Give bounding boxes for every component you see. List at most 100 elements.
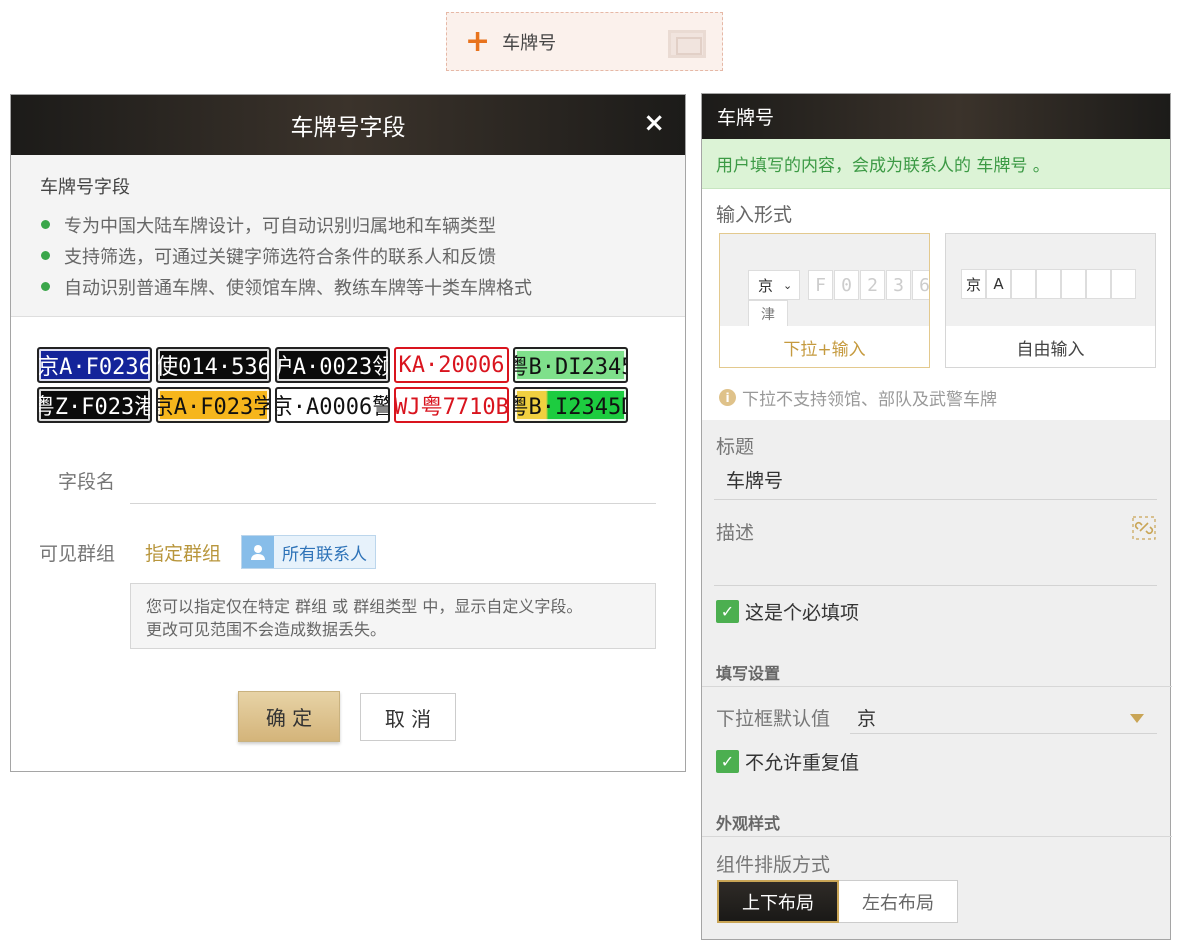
feature-item: 自动识别普通车牌、使领馆车牌、教练车牌等十类车牌格式: [40, 271, 685, 302]
feature-list: 专为中国大陆车牌设计，可自动识别归属地和车辆类型 支持筛选，可通过关键字筛选符合…: [40, 209, 685, 302]
intro-title: 车牌号字段: [40, 177, 130, 198]
description-label: 描述: [716, 522, 755, 544]
province-dropdown-preview: 津: [748, 300, 788, 326]
divider: [702, 836, 1172, 837]
required-checkbox[interactable]: ✓ 这是个必填项: [716, 598, 859, 625]
divider: [850, 733, 1157, 734]
title-input[interactable]: 车牌号: [726, 466, 783, 493]
plate-example: 京A·F023学: [156, 387, 271, 423]
plate-example: 京A·F0236: [37, 347, 152, 383]
check-icon: ✓: [716, 600, 739, 623]
chevron-down-icon: ⌄: [783, 278, 793, 292]
divider: [714, 499, 1157, 500]
dropdown-warning: i 下拉不支持领馆、部队及武警车牌: [719, 385, 997, 410]
field-name-label: 字段名: [57, 471, 115, 493]
field-preview-icon: [668, 30, 706, 58]
hint-line: 更改可见范围不会造成数据丢失。: [146, 620, 387, 639]
feature-text: 专为中国大陆车牌设计，可自动识别归属地和车辆类型: [64, 215, 496, 237]
plate-example: 沪A·0023领: [275, 347, 390, 383]
plate-example: 京·A0006警: [275, 387, 390, 423]
info-notice: 用户填写的内容，会成为联系人的 车牌号 。: [702, 139, 1170, 189]
bullet-dot-icon: [41, 251, 50, 260]
visibility-hint: 您可以指定仅在特定 群组 或 群组类型 中，显示自定义字段。 更改可见范围不会造…: [130, 583, 656, 649]
default-value-label: 下拉框默认值: [716, 708, 831, 730]
user-icon: [242, 536, 275, 568]
plate-example: 使014·536: [156, 347, 271, 383]
visible-group-label: 可见群组: [38, 542, 115, 565]
char-box: [1036, 269, 1061, 299]
char-box: [1061, 269, 1086, 299]
fill-settings-heading: 填写设置: [716, 664, 781, 683]
option-preview: 京 ⌄ 津 F 0 2 3 6: [720, 234, 929, 326]
layout-vertical-button[interactable]: 上下布局: [717, 880, 839, 923]
plate-example: 粤B·I2345D: [513, 387, 628, 423]
layout-horizontal-button[interactable]: 左右布局: [839, 880, 958, 923]
province-select-preview: 京 ⌄: [748, 270, 800, 300]
plate-examples: 京A·F0236 使014·536 沪A·0023领 KA·20006 粤B·D…: [37, 347, 628, 423]
intro-section: 车牌号字段 专为中国大陆车牌设计，可自动识别归属地和车辆类型 支持筛选，可通过关…: [11, 155, 685, 317]
plate-example: KA·20006: [394, 347, 509, 383]
char-box: F: [808, 270, 833, 300]
bullet-dot-icon: [41, 220, 50, 229]
assign-group-link[interactable]: 指定群组: [145, 539, 221, 566]
hint-line: 您可以指定仅在特定 群组 或 群组类型 中，显示自定义字段。: [146, 597, 583, 616]
char-box: [1111, 269, 1136, 299]
select-value: 京: [758, 276, 774, 295]
add-license-plate-chip[interactable]: + 车牌号: [446, 12, 723, 71]
layout-toggle: 上下布局 左右布局: [717, 880, 958, 923]
input-form-section: 输入形式 京 ⌄ 津 F 0 2 3 6 下拉+输入 京 A 自由输入 i 下拉…: [702, 189, 1170, 420]
char-box: 京: [961, 269, 986, 299]
option-dropdown-input[interactable]: 京 ⌄ 津 F 0 2 3 6 下拉+输入: [719, 233, 930, 368]
field-name-input[interactable]: [130, 503, 656, 504]
option-label: 下拉+输入: [783, 340, 866, 360]
caret-down-icon[interactable]: [1130, 714, 1144, 723]
no-duplicate-label: 不允许重复值: [745, 752, 860, 774]
feature-item: 专为中国大陆车牌设计，可自动识别归属地和车辆类型: [40, 209, 685, 240]
char-boxes-preview: F 0 2 3 6: [808, 270, 929, 300]
char-box: [1011, 269, 1036, 299]
feature-item: 支持筛选，可通过关键字筛选符合条件的联系人和反馈: [40, 240, 685, 271]
confirm-button[interactable]: 确 定: [238, 691, 340, 742]
dialog-header: 车牌号字段 ×: [11, 95, 685, 155]
cancel-button[interactable]: 取 消: [360, 693, 456, 741]
plate-example: 粤Z·F023港: [37, 387, 152, 423]
group-tag-label: 所有联系人: [282, 544, 368, 565]
appearance-heading: 外观样式: [716, 814, 781, 833]
divider: [702, 686, 1172, 687]
close-icon[interactable]: ×: [643, 110, 665, 136]
option-label: 自由输入: [1016, 340, 1085, 360]
chip-label: 车牌号: [502, 32, 557, 54]
default-value-select[interactable]: 京: [857, 704, 876, 731]
option-preview: 京 A: [946, 234, 1155, 326]
plus-icon: +: [465, 23, 491, 59]
char-box: A: [986, 269, 1011, 299]
field-name-row: 字段名: [11, 467, 115, 494]
feature-text: 支持筛选，可通过关键字筛选符合条件的联系人和反馈: [64, 246, 496, 268]
field-dialog: 车牌号字段 × 车牌号字段 专为中国大陆车牌设计，可自动识别归属地和车辆类型 支…: [10, 94, 686, 772]
panel-title: 车牌号: [702, 94, 1170, 139]
char-box: 0: [834, 270, 859, 300]
group-tag[interactable]: 所有联系人: [241, 535, 377, 569]
feature-text: 自动识别普通车牌、使领馆车牌、教练车牌等十类车牌格式: [64, 277, 532, 299]
plate-example: 粤B·DI2345: [513, 347, 628, 383]
char-box: 6: [912, 270, 929, 300]
dialog-title: 车牌号字段: [290, 115, 406, 141]
char-boxes-preview: 京 A: [961, 269, 1136, 299]
bullet-dot-icon: [41, 282, 50, 291]
plate-example: WJ粤7710B: [394, 387, 509, 423]
required-label: 这是个必填项: [745, 602, 860, 624]
option-free-input[interactable]: 京 A 自由输入: [945, 233, 1156, 368]
link-icon[interactable]: [1132, 516, 1156, 540]
char-box: [1086, 269, 1111, 299]
char-box: 2: [860, 270, 885, 300]
description-input[interactable]: [714, 585, 1157, 586]
info-icon: i: [719, 389, 736, 406]
no-duplicate-checkbox[interactable]: ✓ 不允许重复值: [716, 748, 859, 775]
title-label: 标题: [716, 436, 755, 458]
field-settings: 标题 车牌号 描述 ✓ 这是个必填项 填写设置 下拉框默认值 京 ✓ 不允许重复…: [702, 420, 1172, 940]
check-icon: ✓: [716, 750, 739, 773]
char-box: 3: [886, 270, 911, 300]
input-form-label: 输入形式: [716, 204, 793, 226]
visible-group-row: 可见群组 指定群组 所有联系人: [11, 535, 377, 569]
settings-panel: 车牌号 用户填写的内容，会成为联系人的 车牌号 。 输入形式 京 ⌄ 津 F 0 …: [701, 93, 1172, 940]
